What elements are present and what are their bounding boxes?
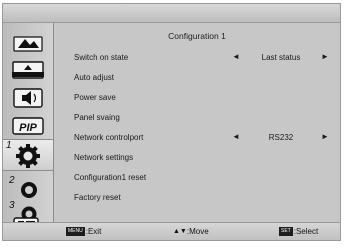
menu-row-panel-saving[interactable]: Panel svaing <box>54 108 340 128</box>
pip-icon: PIP <box>12 117 44 135</box>
menu-row-power-save[interactable]: Power save <box>54 88 340 108</box>
menu-row-configuration1-reset[interactable]: Configuration1 reset <box>54 168 340 188</box>
sidebar: PIP 1 2 3 <box>3 23 54 223</box>
osd-window: PIP 1 2 3 Configuration 1 Switch on stat… <box>2 3 341 241</box>
screen-icon <box>12 61 44 79</box>
picture-icon <box>13 36 43 52</box>
row-label: Configuration1 reset <box>74 173 147 182</box>
row-value: RS232 <box>268 133 294 142</box>
configuration-panel: Configuration 1 Switch on state ◄ Last s… <box>54 23 340 223</box>
audio-icon <box>13 88 43 108</box>
pip-icon-label: PIP <box>19 122 37 134</box>
row-label: Network settings <box>74 153 134 162</box>
row-label: Factory reset <box>74 193 121 202</box>
menu-row-switch-on-state[interactable]: Switch on state ◄ Last status ► <box>54 48 340 68</box>
select-hint[interactable]: SET :Select <box>279 227 318 236</box>
row-value: Last status <box>261 53 301 62</box>
sidebar-item-pip[interactable]: PIP <box>6 113 50 139</box>
sidebar-item-picture[interactable] <box>6 29 50 55</box>
osd-top-bar <box>3 4 340 23</box>
sidebar-item-configuration-2[interactable]: 2 <box>6 175 50 199</box>
sidebar-item-screen[interactable] <box>6 57 50 83</box>
row-label: Panel svaing <box>74 113 120 122</box>
arrow-right-icon[interactable]: ► <box>321 132 329 141</box>
exit-hint[interactable]: MENU :Exit <box>66 227 101 236</box>
sidebar-item-audio[interactable] <box>6 85 50 111</box>
row-label: Power save <box>74 93 116 102</box>
arrow-left-icon[interactable]: ◄ <box>232 132 240 141</box>
panel-title: Configuration 1 <box>168 31 226 41</box>
menu-row-network-settings[interactable]: Network settings <box>54 148 340 168</box>
select-hint-label: :Select <box>293 227 319 236</box>
up-down-arrow-icon: ▲▼ <box>173 228 187 235</box>
row-label: Network controlport <box>74 133 144 142</box>
set-key-icon: SET <box>279 227 293 236</box>
config-gear-icon <box>21 182 37 198</box>
row-label: Auto adjust <box>74 73 115 82</box>
move-hint-label: :Move <box>186 227 209 236</box>
move-hint[interactable]: ▲▼ :Move <box>173 227 209 236</box>
menu-row-network-controlport[interactable]: Network controlport ◄ RS232 ► <box>54 128 340 148</box>
arrow-left-icon[interactable]: ◄ <box>232 52 240 61</box>
sidebar-item-index: 2 <box>9 175 15 186</box>
sidebar-item-configuration-1[interactable]: 1 <box>3 139 53 171</box>
row-label: Switch on state <box>74 53 129 62</box>
menu-key-icon: MENU <box>66 227 85 236</box>
config-gear-icon <box>16 144 40 168</box>
menu-row-factory-reset[interactable]: Factory reset <box>54 188 340 208</box>
menu-row-auto-adjust[interactable]: Auto adjust <box>54 68 340 88</box>
arrow-right-icon[interactable]: ► <box>321 52 329 61</box>
footer-hint-bar: MENU :Exit ▲▼ :Move SET :Select <box>3 222 340 240</box>
sidebar-item-index: 1 <box>6 140 12 151</box>
sidebar-item-index: 3 <box>9 200 15 211</box>
exit-hint-label: :Exit <box>85 227 102 236</box>
